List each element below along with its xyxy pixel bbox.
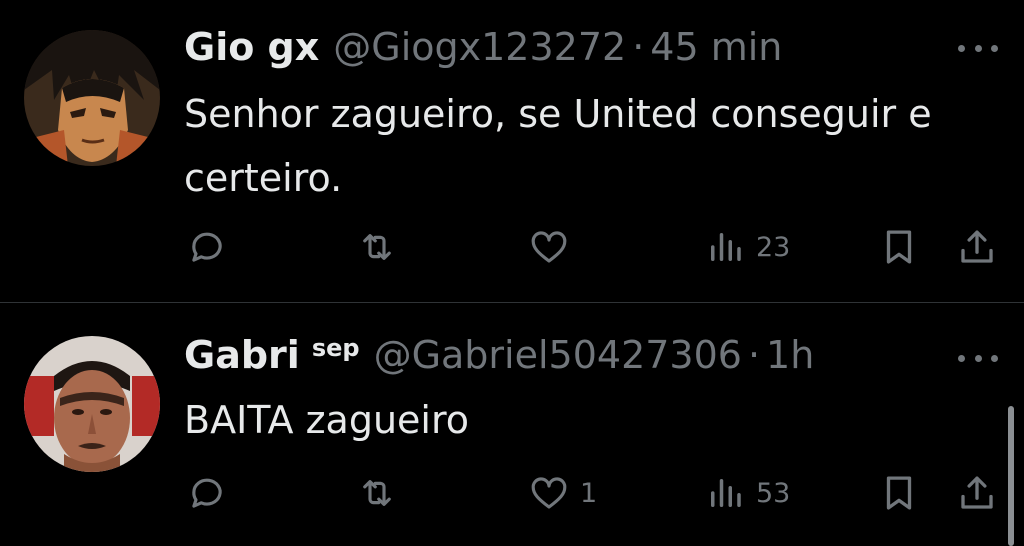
- more-options-icon[interactable]: [958, 352, 998, 364]
- user-handle[interactable]: @Giogx123272: [333, 22, 626, 72]
- like-button[interactable]: [528, 222, 580, 272]
- tweet-actions: 1 53: [0, 468, 1024, 518]
- more-options-icon[interactable]: [958, 42, 998, 54]
- views-icon: [711, 233, 741, 261]
- heart-icon: [531, 477, 567, 509]
- retweet-icon: [363, 234, 391, 260]
- retweet-button[interactable]: [356, 468, 398, 518]
- person-photo-avatar-icon: [24, 336, 160, 472]
- reply-button[interactable]: [186, 468, 228, 518]
- tweet-1[interactable]: Gio gx @Giogx123272 · 45 min Senhor zagu…: [0, 0, 1024, 302]
- bookmark-icon: [886, 476, 912, 510]
- share-button[interactable]: [956, 222, 998, 272]
- heart-icon: [531, 231, 567, 263]
- more-dot: [958, 354, 965, 362]
- share-icon: [961, 476, 993, 509]
- display-name[interactable]: Gio gx: [184, 22, 319, 72]
- name-suffix: sep: [311, 334, 360, 362]
- views-button[interactable]: 53: [704, 468, 790, 518]
- bookmark-button[interactable]: [878, 222, 920, 272]
- tweet-text: Senhor zagueiro, se United conseguir e c…: [184, 92, 932, 200]
- tweet-header: Gabri sep @Gabriel50427306 · 1h: [184, 330, 814, 380]
- bookmark-icon: [886, 230, 912, 264]
- anime-character-avatar-icon: [24, 30, 160, 166]
- reply-icon: [192, 478, 222, 508]
- user-avatar[interactable]: [24, 336, 160, 472]
- share-icon: [961, 230, 993, 263]
- like-count: 1: [580, 477, 598, 509]
- more-dot: [991, 354, 998, 362]
- more-dot: [991, 44, 998, 52]
- scrollbar[interactable]: [1008, 406, 1014, 546]
- retweet-button[interactable]: [356, 222, 398, 272]
- bookmark-button[interactable]: [878, 468, 920, 518]
- views-icon: [711, 479, 741, 507]
- tweet-text: BAITA zagueiro: [184, 398, 470, 442]
- reply-icon: [192, 232, 222, 262]
- reply-button[interactable]: [186, 222, 228, 272]
- user-avatar[interactable]: [24, 30, 160, 166]
- user-handle[interactable]: @Gabriel50427306: [374, 330, 742, 380]
- tweet-divider: [0, 302, 1024, 303]
- more-dot: [974, 354, 982, 362]
- display-name[interactable]: Gabri: [184, 330, 300, 380]
- views-count: 53: [756, 477, 791, 509]
- separator-dot: ·: [632, 25, 645, 69]
- tweet-actions: 23: [0, 222, 1024, 272]
- timestamp[interactable]: 1h: [766, 330, 814, 380]
- share-button[interactable]: [956, 468, 998, 518]
- views-button[interactable]: 23: [704, 222, 790, 272]
- separator-dot: ·: [747, 333, 761, 377]
- retweet-icon: [363, 480, 391, 506]
- views-count: 23: [756, 231, 791, 263]
- tweet-header: Gio gx @Giogx123272 · 45 min: [184, 22, 782, 72]
- timestamp[interactable]: 45 min: [650, 22, 782, 72]
- more-dot: [974, 44, 982, 52]
- like-button[interactable]: 1: [528, 468, 597, 518]
- more-dot: [958, 44, 965, 52]
- tweet-2[interactable]: Gabri sep @Gabriel50427306 · 1h BAITA za…: [0, 304, 1024, 546]
